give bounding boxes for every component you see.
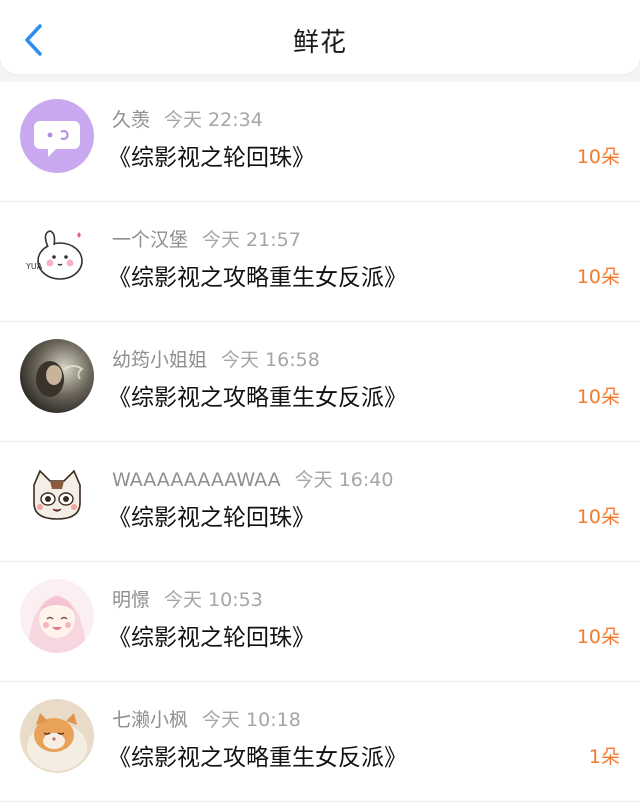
book-title[interactable]: 《综影视之轮回珠》 — [108, 138, 315, 172]
bunny-avatar[interactable]: YUA — [20, 219, 94, 293]
book-title[interactable]: 《综影视之攻略重生女反派》 — [108, 738, 407, 772]
list-item[interactable]: 明憬 今天 10:53 《综影视之轮回珠》 10朵 — [0, 562, 640, 682]
flower-count: 1朵 — [588, 746, 620, 768]
flower-count: 10朵 — [576, 266, 620, 288]
user-name[interactable]: 七濑小枫 — [112, 709, 188, 731]
user-name[interactable]: WAAAAAAAAWAA — [112, 469, 281, 491]
timestamp: 今天 21:57 — [202, 229, 301, 251]
list-item[interactable]: 幼筠小姐姐 今天 16:58 《综影视之攻略重生女反派》 10朵 — [0, 322, 640, 442]
flower-count: 10朵 — [576, 146, 620, 168]
chat-bubble-avatar[interactable] — [20, 99, 94, 173]
anime-girl-avatar[interactable] — [20, 579, 94, 653]
list-item[interactable]: 七濑小枫 今天 10:18 《综影视之攻略重生女反派》 1朵 — [0, 682, 640, 802]
book-title[interactable]: 《综影视之攻略重生女反派》 — [108, 258, 407, 292]
list-item[interactable]: YUA 一个汉堡 今天 21:57 《综影视之攻略重生女反派》 10朵 — [0, 202, 640, 322]
timestamp: 今天 10:53 — [164, 589, 263, 611]
list-item[interactable]: 久羡 今天 22:34 《综影视之轮回珠》 10朵 — [0, 82, 640, 202]
flower-count: 10朵 — [576, 386, 620, 408]
user-name[interactable]: 久羡 — [112, 109, 150, 131]
flower-count: 10朵 — [576, 626, 620, 648]
timestamp: 今天 16:40 — [294, 469, 394, 491]
list-item[interactable]: WAAAAAAAAWAA 今天 16:40 《综影视之轮回珠》 10朵 — [0, 442, 640, 562]
book-title[interactable]: 《综影视之轮回珠》 — [108, 498, 315, 532]
cat-photo-avatar[interactable] — [20, 699, 94, 773]
svg-text:YUA: YUA — [25, 262, 43, 271]
flower-count: 10朵 — [576, 506, 620, 528]
user-name[interactable]: 明憬 — [112, 589, 150, 611]
photo-avatar[interactable] — [20, 339, 94, 413]
timestamp: 今天 10:18 — [202, 709, 301, 731]
book-title[interactable]: 《综影视之轮回珠》 — [108, 618, 315, 652]
timestamp: 今天 22:34 — [164, 109, 263, 131]
page-title: 鲜花 — [292, 28, 347, 58]
user-name[interactable]: 幼筠小姐姐 — [112, 349, 207, 371]
cat-avatar[interactable] — [20, 459, 94, 533]
flower-gift-list: 久羡 今天 22:34 《综影视之轮回珠》 10朵 YUA 一个汉堡 今天 21:5… — [0, 82, 640, 802]
book-title[interactable]: 《综影视之攻略重生女反派》 — [108, 378, 407, 412]
timestamp: 今天 16:58 — [221, 349, 320, 371]
user-name[interactable]: 一个汉堡 — [112, 229, 188, 251]
top-bar: 鲜花 — [0, 0, 640, 74]
